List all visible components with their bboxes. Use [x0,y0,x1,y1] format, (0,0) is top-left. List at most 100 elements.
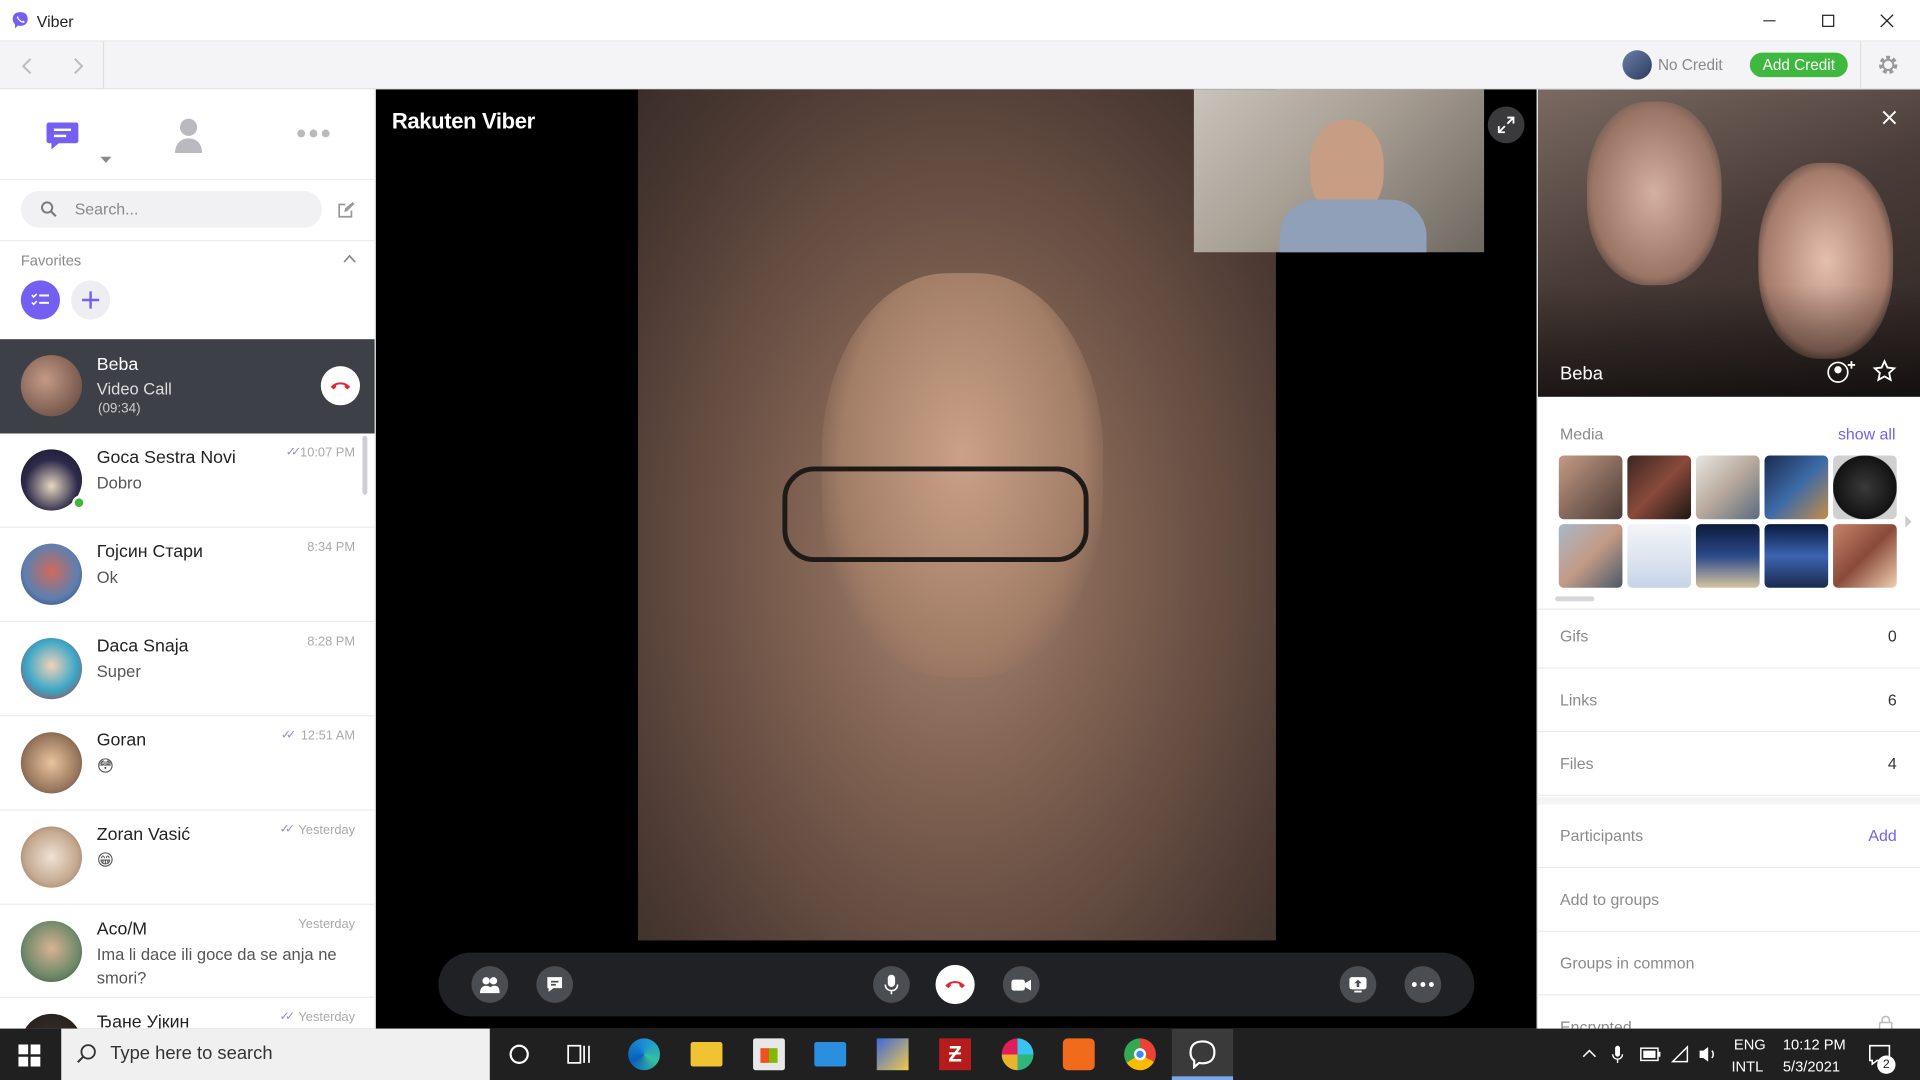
media-thumbnail[interactable] [1558,455,1623,520]
search-input[interactable]: Search... [20,191,323,228]
account-avatar[interactable] [1622,50,1652,80]
star-icon[interactable] [1872,359,1897,383]
mail-icon[interactable] [814,1042,847,1067]
chat-item-goran[interactable]: Goran 😳 ✓✓ 12:51 AM [0,716,375,811]
windows-start-icon[interactable] [18,1044,41,1067]
cortana-icon[interactable] [508,1043,530,1065]
chat-time: Yesterday [298,1010,356,1025]
contact-name: Beba [1560,363,1603,385]
media-thumbnail[interactable] [1558,524,1623,588]
chat-item-daca[interactable]: Daca Snaja Super 8:28 PM [0,622,375,717]
taskbar: Type here to search Ƶ ENG INTL 10:12 PM … [0,1028,1920,1080]
chat-item-goca[interactable]: Goca Sestra Novi Dobro ✓✓ 10:07 PM [0,433,375,528]
microphone-icon[interactable] [1611,1044,1624,1064]
chat-item-beba[interactable]: Beba Video Call (09:34) [0,339,375,434]
more-options-button[interactable] [1404,966,1442,1003]
chat-item-aco[interactable]: Aco/M Ima li dace ili goce da se anja ne… [0,905,375,998]
forward-arrow-icon[interactable] [71,56,86,76]
chevron-right-icon[interactable] [1904,514,1913,529]
edge-browser-icon[interactable] [628,1038,661,1071]
wifi-icon[interactable] [1670,1044,1690,1064]
close-window-button[interactable] [1859,0,1915,42]
add-participant-button[interactable] [471,966,509,1003]
filezilla-icon[interactable]: Ƶ [939,1038,972,1071]
chrome-icon[interactable] [1124,1038,1156,1071]
mute-button[interactable] [873,966,910,1003]
task-view-icon[interactable] [567,1043,591,1065]
gifs-row[interactable]: Gifs 0 [1537,605,1920,669]
new-chat-icon[interactable] [336,201,356,221]
active-indicator [1171,1076,1234,1080]
viber-taskbar-active[interactable] [1171,1028,1234,1080]
xampp-icon[interactable] [1062,1038,1095,1071]
files-row[interactable]: Files 4 [1537,732,1920,796]
gear-icon[interactable] [1876,53,1900,77]
expand-icon [1497,116,1515,134]
chat-item-djane[interactable]: Ђане Уjкин ✓✓ Yesterday [0,998,375,1029]
back-arrow-icon[interactable] [20,56,35,76]
show-hidden-icons-chevron-up-icon[interactable] [1582,1048,1597,1058]
end-call-button[interactable] [320,366,361,406]
minimize-icon [1763,20,1776,22]
add-contact-icon[interactable] [1827,360,1856,384]
media-thumbnail[interactable] [1695,524,1760,588]
contacts-tab-icon[interactable] [173,116,205,155]
chevron-up-icon[interactable] [343,254,356,264]
chat-item-gojsin[interactable]: Гојсин Стари Ok 8:34 PM [0,528,375,623]
links-row[interactable]: Links 6 [1537,669,1920,733]
store-icon[interactable] [753,1038,785,1071]
chevron-down-icon[interactable] [99,156,112,165]
end-call-button[interactable] [935,964,975,1005]
media-thumbnail[interactable] [1833,524,1897,588]
participants-label: Participants [1560,826,1644,845]
close-icon[interactable] [1882,110,1897,125]
groups-in-common-row[interactable]: Groups in common [1537,932,1920,996]
read-ticks-icon: ✓✓ [279,822,295,837]
add-people-icon [480,977,500,994]
chat-name: Zoran Vasić [96,825,191,845]
fullscreen-button[interactable] [1487,106,1525,144]
chat-message: Super [96,662,141,681]
input-language[interactable]: ENG [1734,1036,1766,1053]
video-toggle-button[interactable] [1002,966,1040,1003]
divider [1860,41,1862,90]
media-thumbnail[interactable] [1627,524,1692,588]
add-to-groups-row[interactable]: Add to groups [1537,868,1920,932]
media-thumbnail[interactable] [1764,524,1829,588]
add-participants-link[interactable]: Add [1868,827,1896,845]
show-all-link[interactable]: show all [1838,425,1896,443]
more-tab-icon[interactable] [296,129,330,139]
add-favorite-button[interactable] [71,280,111,320]
microphone-icon [884,974,899,995]
row-label: Add to groups [1560,890,1660,909]
media-thumbnail[interactable] [1695,455,1760,520]
clock-date[interactable]: 5/3/2021 [1783,1058,1840,1075]
slack-icon[interactable] [1001,1038,1034,1071]
chat-time: 8:28 PM [307,634,356,649]
camera-icon [1011,979,1032,991]
chat-button[interactable] [536,966,574,1003]
file-explorer-icon[interactable] [690,1042,723,1067]
chat-list-panel: Search... Favorites Beba Video Call (09:… [0,89,376,1029]
taskbar-search-input[interactable]: Type here to search [61,1028,490,1080]
add-credit-button[interactable]: Add Credit [1749,52,1848,78]
search-icon [41,201,57,218]
battery-icon[interactable] [1640,1047,1662,1062]
minimize-button[interactable] [1741,0,1797,42]
chat-item-zoran[interactable]: Zoran Vasić 😁 ✓✓ Yesterday [0,811,375,905]
media-thumbnail[interactable] [1764,455,1829,520]
scrollbar-thumb[interactable] [362,435,368,495]
clock-time[interactable]: 10:12 PM [1783,1036,1846,1053]
chats-tab-icon[interactable] [44,116,81,153]
media-scrollbar[interactable] [1555,596,1595,602]
avatar [20,732,83,794]
media-thumbnail[interactable] [1627,455,1692,520]
network-app-icon[interactable] [876,1038,909,1071]
screen-share-button[interactable] [1339,966,1377,1003]
media-thumbnail[interactable] [1833,455,1897,520]
maximize-button[interactable] [1800,0,1856,42]
favorites-list-button[interactable] [20,280,61,320]
input-layout[interactable]: INTL [1731,1058,1763,1075]
speaker-icon[interactable] [1697,1044,1719,1064]
self-video-preview[interactable] [1193,89,1485,253]
